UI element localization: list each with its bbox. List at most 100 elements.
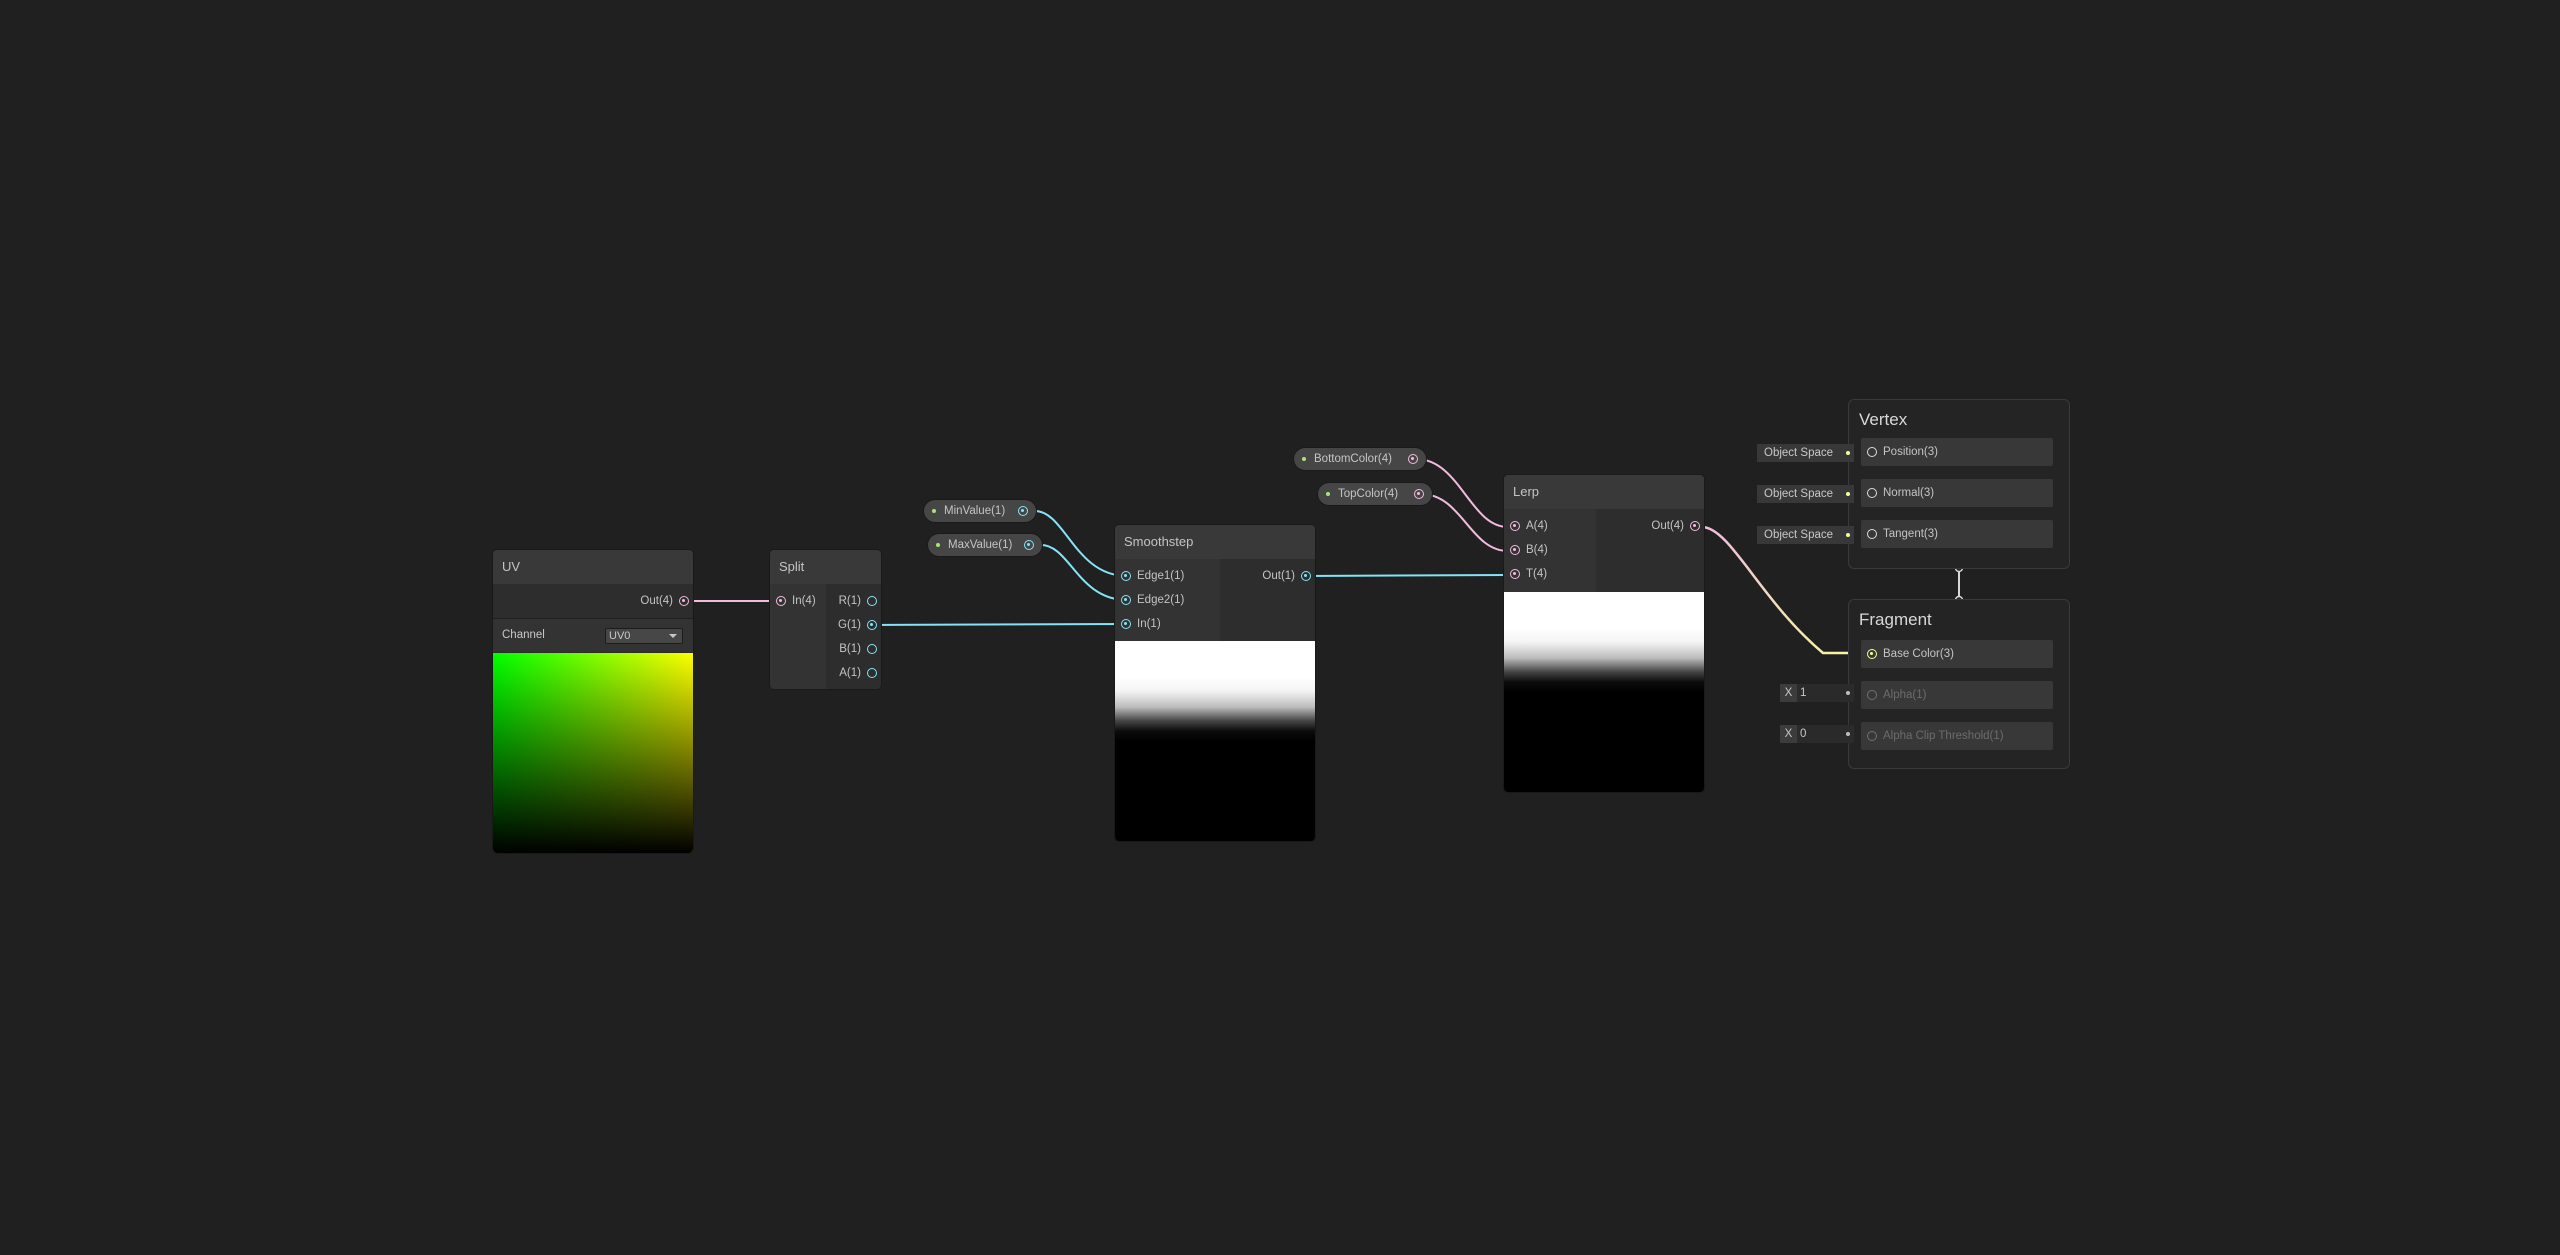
vertex-slot-tangent[interactable]: Tangent(3) [1861, 520, 2053, 548]
position-space-field[interactable]: Object Space [1757, 444, 1854, 462]
property-indicator-icon [1326, 492, 1330, 496]
property-max-value[interactable]: MaxValue(1) [928, 534, 1042, 556]
vertex-context[interactable]: Vertex Position(3) Normal(3) Tangent(3) [1848, 399, 2070, 569]
port-dot-icon[interactable] [1867, 447, 1877, 457]
space-label: Object Space [1764, 488, 1834, 500]
port-dot-icon[interactable] [1867, 488, 1877, 498]
lerp-node[interactable]: Lerp A(4) B(4) T(4) Out(4) [1504, 475, 1704, 792]
channel-dropdown-value: UV0 [609, 630, 631, 642]
alpha-input-field[interactable]: X 1 [1780, 684, 1854, 702]
channel-label: Channel [502, 629, 545, 641]
lerp-out-port[interactable]: Out(4) [1651, 519, 1704, 533]
split-node-title: Split [770, 550, 881, 584]
property-indicator-icon [1302, 457, 1306, 461]
port-dot-icon[interactable] [1414, 489, 1424, 499]
property-indicator-icon [932, 509, 936, 513]
smoothstep-in-in[interactable]: In(1) [1115, 617, 1161, 631]
property-top-color[interactable]: TopColor(4) [1318, 483, 1432, 505]
normal-space-field[interactable]: Object Space [1757, 485, 1854, 503]
alpha-clip-label: Alpha Clip Threshold(1) [1883, 730, 2004, 742]
property-min-value[interactable]: MinValue(1) [924, 500, 1036, 522]
split-in-port[interactable]: In(4) [770, 594, 816, 608]
fragment-slot-base-color[interactable]: Base Color(3) [1861, 640, 2053, 668]
port-dot-icon[interactable] [1301, 571, 1311, 581]
axis-label: X [1780, 684, 1797, 702]
alpha-label: Alpha(1) [1883, 689, 1927, 701]
port-dot-icon[interactable] [679, 596, 689, 606]
fragment-context[interactable]: Fragment Base Color(3) Alpha(1) Alpha Cl… [1848, 599, 2070, 769]
split-out-b[interactable]: B(1) [839, 642, 881, 656]
split-out-r[interactable]: R(1) [839, 594, 881, 608]
port-dot-icon[interactable] [867, 644, 877, 654]
uv-out-port[interactable]: Out(4) [640, 594, 693, 608]
port-dot-icon[interactable] [1867, 649, 1877, 659]
lerp-preview-image [1504, 592, 1704, 792]
split-out-g[interactable]: G(1) [838, 618, 881, 632]
lerp-in-a[interactable]: A(4) [1504, 519, 1548, 533]
fragment-title: Fragment [1859, 610, 1932, 629]
split-node[interactable]: Split In(4) R(1) G(1) B(1) A(1) [770, 550, 881, 689]
port-dot-icon[interactable] [1408, 454, 1418, 464]
alpha-value-input[interactable]: 1 [1800, 684, 1840, 702]
wire-smoothstep-to-lerp-t[interactable] [1302, 574, 1509, 577]
smoothstep-out-port[interactable]: Out(1) [1262, 569, 1315, 583]
space-label: Object Space [1764, 529, 1834, 541]
port-dot-icon[interactable] [1690, 521, 1700, 531]
lerp-b-label: B(4) [1526, 544, 1548, 556]
port-dot-icon[interactable] [1024, 540, 1034, 550]
port-dot-icon[interactable] [1867, 690, 1877, 700]
port-dot-icon[interactable] [1510, 545, 1520, 555]
port-dot-icon[interactable] [776, 596, 786, 606]
uv-node[interactable]: UV Out(4) Channel UV0 [493, 550, 693, 853]
split-in-label: In(4) [792, 595, 816, 607]
alpha-clip-input-field[interactable]: X 0 [1780, 725, 1854, 743]
port-dot-icon[interactable] [1121, 571, 1131, 581]
split-out-a-label: A(1) [839, 667, 861, 679]
vertex-slot-normal[interactable]: Normal(3) [1861, 479, 2053, 507]
split-out-b-label: B(1) [839, 643, 861, 655]
port-dot-icon[interactable] [1121, 619, 1131, 629]
wire-minvalue-to-edge1[interactable] [1034, 510, 1128, 577]
base-color-label: Base Color(3) [1883, 648, 1954, 660]
port-dot-icon[interactable] [1018, 506, 1028, 516]
port-dot-icon[interactable] [867, 596, 877, 606]
smoothstep-in-edge1[interactable]: Edge1(1) [1115, 569, 1184, 583]
tangent-space-field[interactable]: Object Space [1757, 526, 1854, 544]
fragment-slot-alpha[interactable]: Alpha(1) [1861, 681, 2053, 709]
link-dot-icon [1846, 492, 1850, 496]
lerp-node-title: Lerp [1504, 475, 1704, 509]
wire-topcolor-to-lerp-b[interactable] [1420, 493, 1509, 552]
port-dot-icon[interactable] [867, 668, 877, 678]
space-label: Object Space [1764, 447, 1834, 459]
smoothstep-in-edge2[interactable]: Edge2(1) [1115, 593, 1184, 607]
min-value-label: MinValue(1) [944, 505, 1006, 517]
wire-split-g-to-smoothstep-in[interactable] [869, 623, 1128, 626]
port-dot-icon[interactable] [1510, 521, 1520, 531]
link-dot-icon [1846, 451, 1850, 455]
property-bottom-color[interactable]: BottomColor(4) [1294, 448, 1426, 470]
lerp-out-label: Out(4) [1651, 520, 1684, 532]
uv-preview-image [493, 653, 693, 853]
smoothstep-node[interactable]: Smoothstep Edge1(1) Edge2(1) In(1) Out(1… [1115, 525, 1315, 841]
fragment-slot-alpha-clip[interactable]: Alpha Clip Threshold(1) [1861, 722, 2053, 750]
port-dot-icon[interactable] [1510, 569, 1520, 579]
edge2-label: Edge2(1) [1137, 594, 1185, 606]
in-label: In(1) [1137, 618, 1161, 630]
split-out-a[interactable]: A(1) [839, 666, 881, 680]
link-dot-icon [1846, 732, 1850, 736]
lerp-in-b[interactable]: B(4) [1504, 543, 1548, 557]
lerp-in-t[interactable]: T(4) [1504, 567, 1547, 581]
normal-label: Normal(3) [1883, 487, 1935, 499]
alpha-clip-value-input[interactable]: 0 [1800, 725, 1840, 743]
axis-label: X [1780, 725, 1797, 743]
port-dot-icon[interactable] [1867, 529, 1877, 539]
vertex-title: Vertex [1859, 410, 1908, 429]
top-color-label: TopColor(4) [1338, 488, 1399, 500]
port-dot-icon[interactable] [1867, 731, 1877, 741]
port-dot-icon[interactable] [1121, 595, 1131, 605]
smoothstep-preview-image [1115, 641, 1315, 841]
channel-dropdown[interactable]: UV0 [605, 628, 683, 644]
vertex-slot-position[interactable]: Position(3) [1861, 438, 2053, 466]
lerp-a-label: A(4) [1526, 520, 1548, 532]
port-dot-icon[interactable] [867, 620, 877, 630]
